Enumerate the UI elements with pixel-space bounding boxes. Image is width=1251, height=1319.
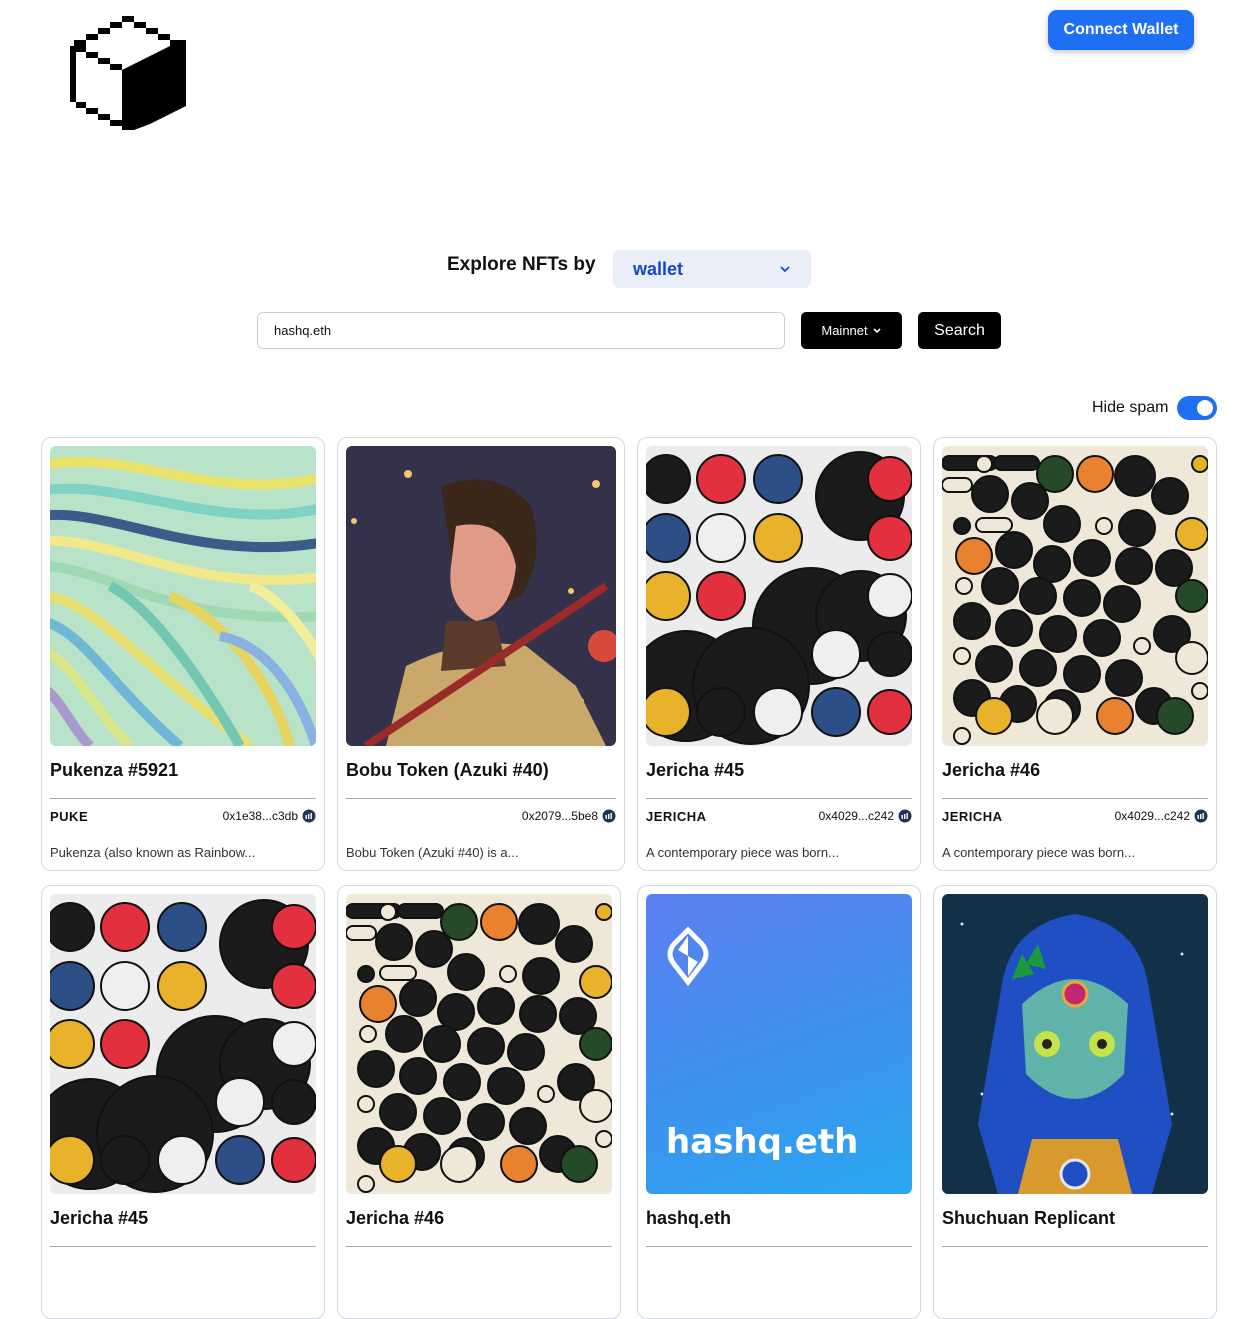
contract-address-text: 0x2079...5be8 (521, 809, 598, 823)
etherscan-icon[interactable] (1194, 809, 1208, 823)
nft-title: Shuchuan Replicant (942, 1208, 1116, 1228)
network-dropdown-button[interactable]: Mainnet (801, 312, 902, 349)
nft-description: A contemporary piece was born... (942, 845, 1135, 860)
cube-logo-icon (70, 16, 186, 130)
nft-title: Jericha #45 (646, 760, 745, 780)
nft-card[interactable]: Bobu Token (Azuki #40) 0x2079...5be8 Bob… (337, 437, 625, 871)
nft-image (50, 446, 316, 746)
nft-card[interactable]: hashq.eth hashq.eth (637, 885, 921, 1319)
contract-address[interactable]: 0x4029...c242 (819, 809, 912, 823)
ens-logo-icon (667, 926, 709, 987)
nft-card[interactable]: Jericha #45 (41, 885, 325, 1319)
nft-title: Bobu Token (Azuki #40) (346, 760, 549, 780)
contract-address[interactable]: 0x2079...5be8 (522, 809, 616, 823)
etherscan-icon[interactable] (602, 809, 616, 823)
nft-image (646, 446, 912, 746)
hide-spam-control: Hide spam (1092, 396, 1218, 420)
contract-address[interactable]: 0x1e38...c3db (223, 809, 316, 823)
nft-card[interactable]: Jericha #46 JERICHA 0x4029...c242 A cont… (933, 437, 1217, 871)
explore-mode-value: wallet (633, 258, 684, 279)
nft-symbol: PUKE (50, 809, 89, 824)
nft-card[interactable]: Shuchuan Replicant (933, 885, 1217, 1319)
nft-image (346, 446, 616, 746)
ens-name-art-text: hashq.eth (666, 1122, 859, 1162)
nft-description: A contemporary piece was born... (646, 845, 839, 860)
nft-image (50, 894, 316, 1194)
nft-image (942, 446, 1208, 746)
wallet-search-input[interactable] (257, 312, 785, 349)
contract-address-text: 0x1e38...c3db (222, 809, 298, 823)
nft-title: hashq.eth (646, 1208, 732, 1228)
nft-description: Bobu Token (Azuki #40) is a... (346, 845, 519, 860)
network-label: Mainnet (821, 323, 868, 338)
contract-address[interactable]: 0x4029...c242 (1115, 809, 1208, 823)
etherscan-icon[interactable] (302, 809, 316, 823)
nft-card[interactable]: Jericha #46 (337, 885, 621, 1319)
hide-spam-toggle[interactable] (1177, 396, 1218, 420)
explore-mode-select[interactable]: wallet (613, 250, 811, 288)
nft-description: Pukenza (also known as Rainbow... (50, 845, 256, 860)
chevron-down-icon (780, 266, 790, 273)
chevron-down-icon (873, 328, 881, 334)
nft-image: hashq.eth (646, 894, 912, 1194)
search-button[interactable]: Search (918, 312, 1001, 349)
nft-symbol: JERICHA (646, 809, 707, 824)
nft-image (942, 894, 1208, 1194)
nft-symbol: JERICHA (942, 809, 1003, 824)
nft-title: Pukenza #5921 (50, 760, 179, 780)
nft-title: Jericha #46 (942, 760, 1041, 780)
connect-wallet-button[interactable]: Connect Wallet (1048, 10, 1194, 50)
nft-card[interactable]: Pukenza #5921 PUKE 0x1e38...c3db Pukenza… (41, 437, 325, 871)
nft-title: Jericha #46 (346, 1208, 445, 1228)
etherscan-icon[interactable] (898, 809, 912, 823)
nft-image (346, 894, 612, 1194)
explore-label: Explore NFTs by (447, 254, 596, 275)
contract-address-text: 0x4029...c242 (818, 809, 894, 823)
nft-title: Jericha #45 (50, 1208, 149, 1228)
contract-address-text: 0x4029...c242 (1114, 809, 1190, 823)
hide-spam-label: Hide spam (1092, 399, 1169, 416)
nft-card[interactable]: Jericha #45 JERICHA 0x4029...c242 A cont… (637, 437, 921, 871)
